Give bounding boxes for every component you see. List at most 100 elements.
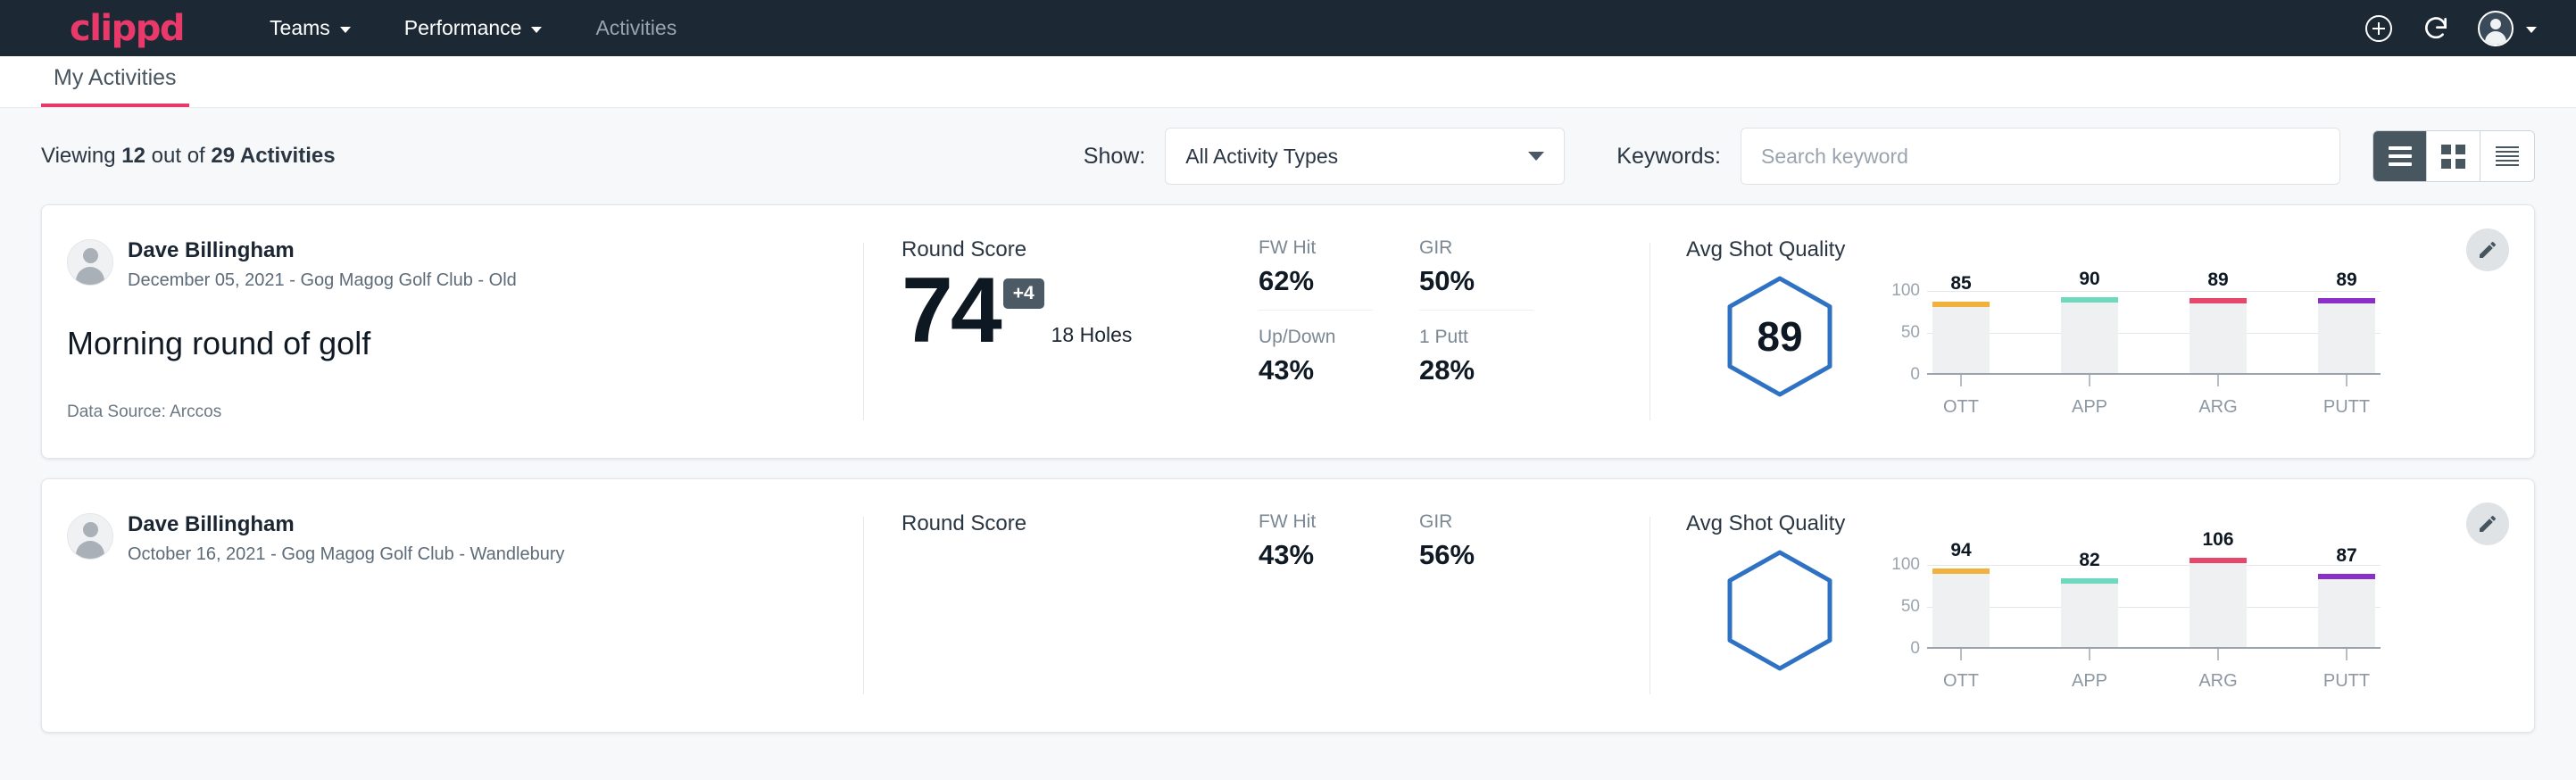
chart-bars: 948210687 — [1932, 552, 2375, 647]
chart-bar-value: 85 — [1932, 273, 1990, 295]
stat-label: GIR — [1419, 237, 1533, 259]
activity-card-list: Dave Billingham December 05, 2021 - Gog … — [0, 204, 2576, 733]
nav-item-activities-label: Activities — [595, 16, 677, 40]
round-score-label: Round Score — [902, 511, 1259, 536]
viewing-count: 12 — [121, 144, 145, 168]
search-input[interactable] — [1741, 128, 2340, 185]
chart-x-tick-label: PUTT — [2323, 397, 2370, 418]
chart-bar: 89 — [2190, 278, 2247, 373]
refresh-button[interactable] — [2421, 13, 2451, 44]
avg-shot-quality-column: Avg Shot Quality 89 05010085908989OTTAPP… — [1650, 205, 2534, 458]
stat-divider — [1259, 310, 1373, 311]
chart-plot-area: 948210687 — [1927, 552, 2381, 649]
round-stats-grid: FW Hit 62% Up/Down 43% GIR 50% 1 Putt 28… — [1259, 237, 1533, 458]
chart-bars: 85908989 — [1932, 278, 2375, 373]
chart-bar: 82 — [2061, 552, 2118, 647]
add-button[interactable] — [2364, 13, 2394, 44]
nav-item-activities[interactable]: Activities — [569, 16, 703, 40]
activity-card[interactable]: Dave Billingham December 05, 2021 - Gog … — [41, 204, 2535, 459]
activity-meta: October 16, 2021 - Gog Magog Golf Club -… — [128, 544, 565, 565]
tab-bar: My Activities — [0, 56, 2576, 108]
activities-toolbar: Viewing 12 out of 29 Activities Show: Al… — [0, 108, 2576, 204]
nav-item-teams-label: Teams — [270, 16, 330, 40]
pencil-icon — [2477, 239, 2498, 261]
round-score-column: Round Score FW Hit 43% GIR 56% — [864, 479, 1649, 732]
chart-y-tick: 50 — [1901, 323, 1920, 343]
chevron-down-icon — [340, 27, 351, 33]
round-score-value-row — [902, 542, 1259, 549]
toolbar-controls: Show: All Activity Types Keywords: — [1084, 128, 2535, 185]
chart-x-tick-label: APP — [2072, 397, 2107, 418]
activity-card[interactable]: Dave Billingham October 16, 2021 - Gog M… — [41, 478, 2535, 733]
chart-bar-body — [1932, 307, 1990, 373]
stat-value: 43% — [1259, 539, 1373, 571]
player-name: Dave Billingham — [128, 237, 517, 264]
activity-type-select[interactable]: All Activity Types — [1165, 128, 1565, 185]
viewing-prefix: Viewing — [41, 144, 116, 168]
chart-x-tick: APP — [2061, 375, 2118, 418]
chart-x-tick: ARG — [2190, 375, 2247, 418]
view-mode-grid-button[interactable] — [2427, 131, 2480, 181]
activity-title: Morning round of golf — [67, 325, 827, 362]
account-menu-button[interactable] — [2478, 13, 2514, 44]
nav-item-performance-label: Performance — [404, 16, 522, 40]
stat-value: 62% — [1259, 265, 1373, 297]
view-mode-compact-button[interactable] — [2480, 131, 2534, 181]
chart-bar: 89 — [2318, 278, 2375, 373]
clippd-logo[interactable]: clippd — [70, 11, 184, 46]
chart-x-tick: APP — [2061, 649, 2118, 692]
compact-view-icon — [2496, 146, 2519, 166]
activity-type-value: All Activity Types — [1185, 145, 1338, 169]
chart-plot-area: 85908989 — [1927, 278, 2381, 375]
grid-view-icon — [2441, 145, 2465, 169]
chart-bar-value: 106 — [2190, 529, 2247, 551]
chevron-down-icon[interactable] — [2526, 27, 2537, 33]
stat-fw-hit: FW Hit 62% Up/Down 43% — [1259, 237, 1373, 458]
nav-item-performance[interactable]: Performance — [378, 16, 569, 40]
round-score-value-row: 74 +4 18 Holes — [902, 268, 1259, 354]
view-mode-list-button[interactable] — [2373, 131, 2427, 181]
edit-activity-button[interactable] — [2466, 502, 2509, 545]
shot-quality-bar-chart: 050100948210687OTTAPPARGPUTT — [1881, 552, 2381, 695]
stat-label: FW Hit — [1259, 511, 1373, 533]
chart-bar-value: 82 — [2061, 550, 2118, 571]
keywords-label: Keywords: — [1616, 144, 1721, 170]
chart-bar-value: 89 — [2190, 270, 2247, 291]
avg-shot-quality-label: Avg Shot Quality — [1686, 237, 2534, 262]
chart-y-tick: 0 — [1910, 639, 1920, 659]
chart-x-axis: OTT APP ARG PUTT — [1927, 649, 2381, 695]
chevron-down-icon — [531, 27, 542, 33]
chart-x-tick: OTT — [1932, 649, 1990, 692]
chart-x-tick-label: APP — [2072, 671, 2107, 692]
refresh-icon — [2422, 14, 2450, 43]
holes-played: 18 Holes — [1051, 323, 1133, 347]
stat-value: 43% — [1259, 354, 1373, 386]
chart-bar-body — [2190, 303, 2247, 373]
chart-x-tick-label: PUTT — [2323, 671, 2370, 692]
activity-meta: December 05, 2021 - Gog Magog Golf Club … — [128, 270, 517, 291]
chart-bar-value: 90 — [2061, 269, 2118, 290]
avatar — [67, 239, 113, 286]
viewing-total: 29 Activities — [211, 144, 335, 168]
tab-my-activities[interactable]: My Activities — [41, 65, 189, 107]
show-label: Show: — [1084, 144, 1145, 170]
chart-bar-body — [2061, 584, 2118, 647]
chart-bar: 94 — [1932, 552, 1990, 647]
stat-fw-hit: FW Hit 43% — [1259, 511, 1373, 732]
nav-item-teams[interactable]: Teams — [243, 16, 378, 40]
edit-activity-button[interactable] — [2466, 228, 2509, 271]
chart-bar: 106 — [2190, 552, 2247, 647]
quality-hexagon: 89 — [1686, 271, 1874, 398]
activity-author: Dave Billingham October 16, 2021 - Gog M… — [67, 511, 827, 565]
quality-hexagon — [1686, 545, 1874, 672]
chart-bar-value: 89 — [2318, 270, 2375, 291]
chart-x-tick: ARG — [2190, 649, 2247, 692]
chart-y-axis: 050100 — [1881, 552, 1920, 649]
stat-label: Up/Down — [1259, 327, 1373, 348]
player-name: Dave Billingham — [128, 511, 565, 538]
avatar — [67, 513, 113, 560]
viewing-middle: out of — [152, 144, 205, 168]
chart-bar-body — [1932, 574, 1990, 647]
stat-gir: GIR 56% — [1419, 511, 1533, 732]
avg-shot-quality-value: 89 — [1724, 275, 1835, 398]
